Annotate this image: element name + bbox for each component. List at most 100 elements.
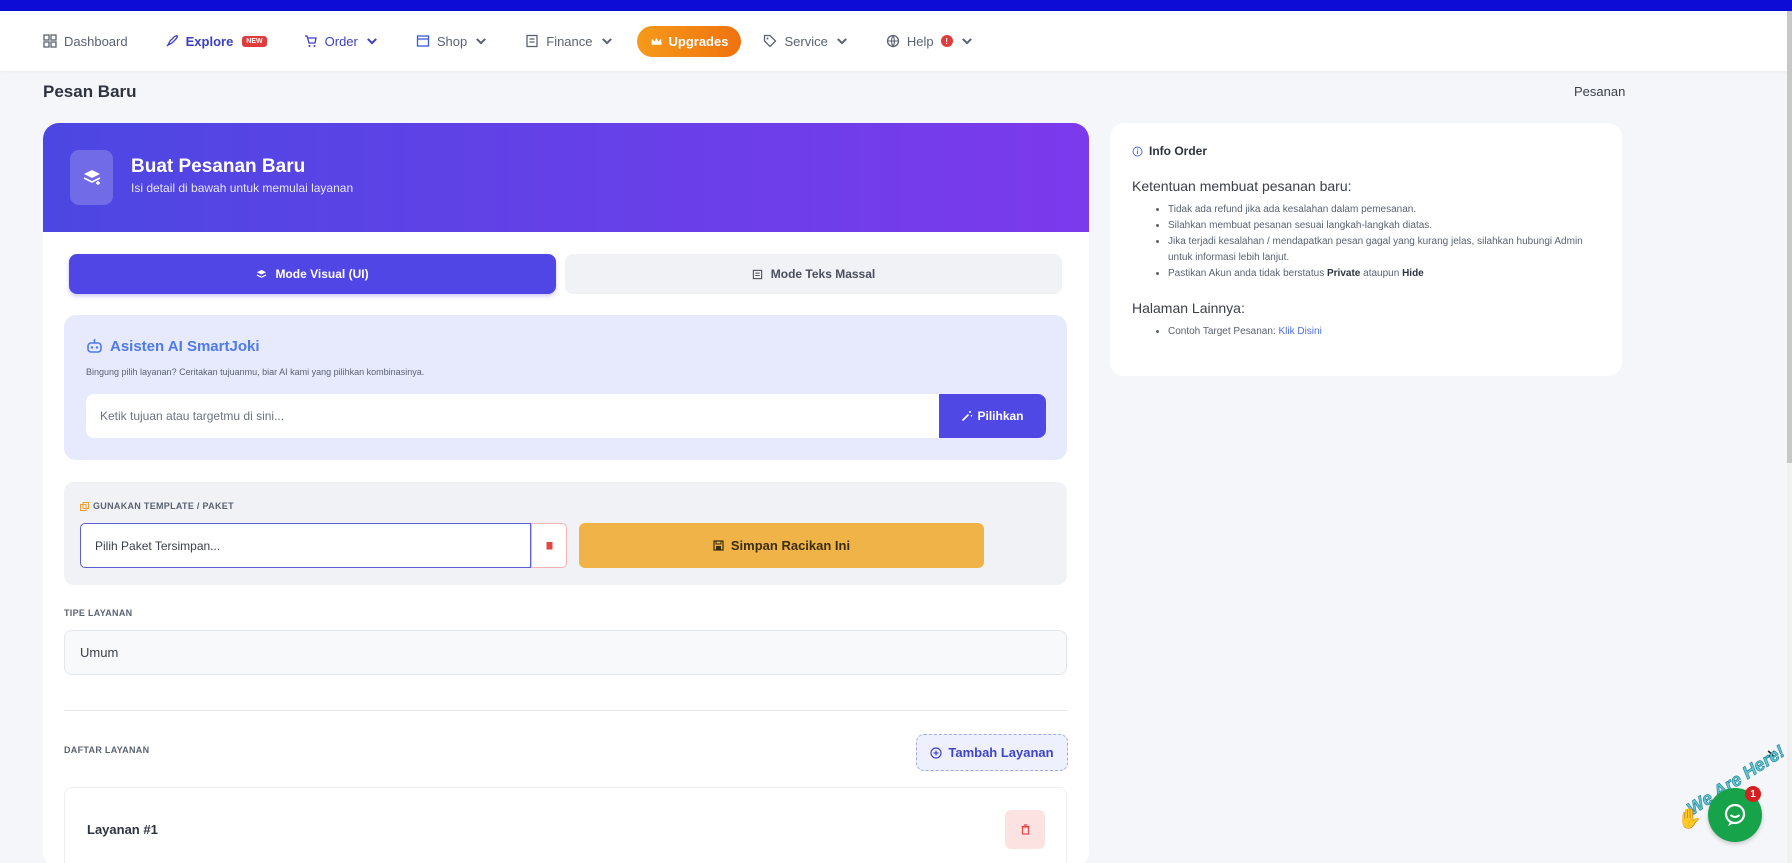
cart-icon xyxy=(304,35,317,47)
template-label: GUNAKAN TEMPLATE / PAKET xyxy=(80,501,234,511)
chevron-down-icon xyxy=(366,38,377,45)
robot-icon xyxy=(87,339,102,353)
waving-hand-icon: ✋ xyxy=(1677,808,1702,830)
nav-help[interactable]: Help ! xyxy=(886,34,974,49)
chevron-down-icon xyxy=(476,38,487,45)
chevron-down-icon xyxy=(836,38,847,45)
delete-service-button[interactable] xyxy=(1005,810,1045,849)
template-delete-button[interactable] xyxy=(531,523,567,568)
crown-icon xyxy=(650,37,662,45)
other-pages-list: Contoh Target Pesanan: Klik Disini xyxy=(1168,324,1608,340)
status-private: Private xyxy=(1327,267,1361,279)
rule-item: Jika terjadi kesalahan / mendapatkan pes… xyxy=(1168,234,1608,265)
rule4-mid: ataupun xyxy=(1360,267,1403,279)
info-icon xyxy=(1132,146,1143,156)
document-icon xyxy=(752,269,762,279)
nav-shop[interactable]: Shop xyxy=(416,34,488,49)
chevron-down-icon xyxy=(961,38,972,45)
scrollbar-thumb[interactable] xyxy=(1787,11,1792,463)
add-service-button[interactable]: Tambah Layanan xyxy=(916,734,1068,771)
trash-icon xyxy=(1021,824,1029,835)
help-alert-badge: ! xyxy=(940,35,953,47)
page-scrollbar[interactable] xyxy=(1787,11,1792,863)
rule-item: Tidak ada refund jika ada kesalahan dala… xyxy=(1168,202,1608,218)
magic-wand-icon xyxy=(962,411,973,422)
example-target-link[interactable]: Klik Disini xyxy=(1278,326,1321,337)
nav-service-label: Service xyxy=(784,33,828,49)
other-pages-heading: Halaman Lainnya: xyxy=(1132,300,1245,316)
ai-title-label: Asisten AI SmartJoki xyxy=(110,338,260,355)
ai-assistant-panel: Asisten AI SmartJoki Bingung pilih layan… xyxy=(64,315,1067,460)
page-title: Pesan Baru xyxy=(43,82,137,101)
section-divider xyxy=(64,710,1067,711)
info-order-title-text: Info Order xyxy=(1149,144,1208,158)
layers-icon xyxy=(70,150,113,205)
rule4-text: Pastikan Akun anda tidak berstatus xyxy=(1168,267,1327,279)
layers-icon xyxy=(257,269,267,278)
list-item: Contoh Target Pesanan: Klik Disini xyxy=(1168,324,1608,340)
chevron-down-icon xyxy=(601,38,612,45)
upgrades-button[interactable]: Upgrades xyxy=(636,25,742,57)
tag-icon xyxy=(764,34,777,48)
tab-text-label: Mode Teks Massal xyxy=(770,267,876,281)
ai-pick-button[interactable]: Pilihkan xyxy=(939,394,1046,438)
order-form-card: Buat Pesanan Baru Isi detail di bawah un… xyxy=(43,123,1089,863)
chat-unread-badge: 1 xyxy=(1745,786,1761,802)
trash-icon xyxy=(546,542,552,550)
tab-visual-label: Mode Visual (UI) xyxy=(275,267,369,281)
main-navbar: Dashboard Explore NEW Order Shop Finance… xyxy=(0,11,1787,71)
rules-heading: Ketentuan membuat pesanan baru: xyxy=(1132,178,1352,194)
upgrades-label: Upgrades xyxy=(668,33,729,49)
nav-dashboard-label: Dashboard xyxy=(64,33,128,49)
form-title: Buat Pesanan Baru xyxy=(131,156,306,177)
nav-order-label: Order xyxy=(324,33,358,49)
tab-text-mode[interactable]: Mode Teks Massal xyxy=(565,254,1062,294)
service-item-card: Layanan #1 xyxy=(64,787,1067,863)
ai-goal-input[interactable]: Ketik tujuan atau targetmu di sini... xyxy=(86,394,939,438)
ai-assistant-title: Asisten AI SmartJoki xyxy=(86,338,260,355)
tab-visual-mode[interactable]: Mode Visual (UI) xyxy=(69,254,556,294)
service-type-label: TIPE LAYANAN xyxy=(64,608,133,618)
nav-explore[interactable]: Explore NEW xyxy=(165,34,267,49)
info-order-card: Info Order Ketentuan membuat pesanan bar… xyxy=(1110,123,1622,376)
nav-dashboard[interactable]: Dashboard xyxy=(43,34,128,49)
top-accent-bar xyxy=(0,0,1792,11)
new-badge: NEW xyxy=(242,35,267,47)
service-list-label: DAFTAR LAYANAN xyxy=(64,745,150,755)
grid-icon xyxy=(43,34,57,48)
globe-icon xyxy=(886,34,899,48)
rules-list: Tidak ada refund jika ada kesalahan dala… xyxy=(1168,202,1608,282)
nav-help-label: Help xyxy=(906,33,934,49)
rocket-icon xyxy=(166,35,178,47)
ai-assistant-subtitle: Bingung pilih layanan? Ceritakan tujuanm… xyxy=(86,367,425,377)
save-template-label: Simpan Racikan Ini xyxy=(730,538,851,553)
chat-icon xyxy=(1724,803,1746,826)
nav-order[interactable]: Order xyxy=(304,34,379,49)
save-icon xyxy=(713,540,724,551)
nav-shop-label: Shop xyxy=(436,33,468,49)
service-item-title: Layanan #1 xyxy=(87,822,158,837)
template-panel: GUNAKAN TEMPLATE / PAKET Pilih Paket Ter… xyxy=(64,482,1067,585)
info-order-title: Info Order xyxy=(1132,144,1207,158)
ledger-icon xyxy=(526,34,538,48)
nav-service[interactable]: Service xyxy=(763,34,848,49)
rule-item: Pastikan Akun anda tidak berstatus Priva… xyxy=(1168,266,1608,282)
nav-finance-label: Finance xyxy=(546,33,593,49)
plus-circle-icon xyxy=(930,746,942,759)
template-label-text: GUNAKAN TEMPLATE / PAKET xyxy=(93,501,234,511)
nav-finance[interactable]: Finance xyxy=(525,34,613,49)
template-select[interactable]: Pilih Paket Tersimpan... xyxy=(80,523,531,568)
nav-explore-label: Explore xyxy=(185,33,234,49)
copy-icon xyxy=(80,501,89,511)
add-service-label: Tambah Layanan xyxy=(948,745,1054,760)
ai-pick-label: Pilihkan xyxy=(977,409,1024,423)
rule-item: Silahkan membuat pesanan sesuai langkah-… xyxy=(1168,218,1608,234)
service-type-select[interactable]: Umum xyxy=(64,630,1067,675)
save-template-button[interactable]: Simpan Racikan Ini xyxy=(579,523,984,568)
status-hide: Hide xyxy=(1402,267,1424,279)
other-item-text: Contoh Target Pesanan: xyxy=(1168,326,1279,337)
form-subtitle: Isi detail di bawah untuk memulai layana… xyxy=(131,181,354,195)
breadcrumb[interactable]: Pesanan xyxy=(1574,84,1625,99)
store-icon xyxy=(416,35,430,47)
form-header: Buat Pesanan Baru Isi detail di bawah un… xyxy=(43,123,1089,232)
